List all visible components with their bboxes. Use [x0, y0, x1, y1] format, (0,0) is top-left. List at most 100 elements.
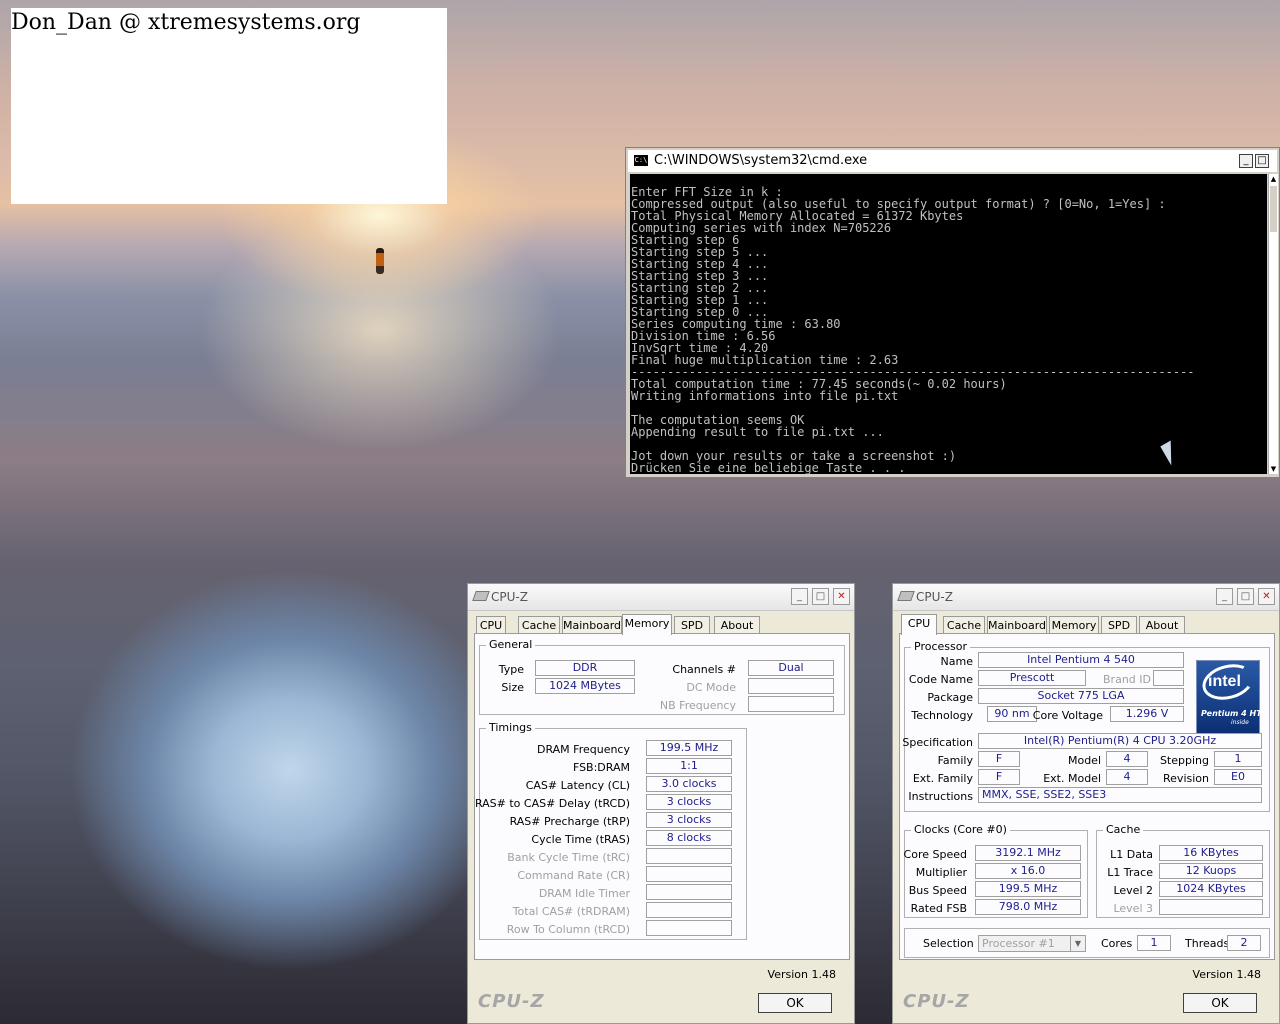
- instructions-value: MMX, SSE, SSE2, SSE3: [978, 787, 1262, 803]
- tab-mainboard[interactable]: Mainboard: [987, 616, 1047, 634]
- core-voltage-value: 1.296 V: [1110, 706, 1184, 722]
- ext-family-label: Ext. Family: [912, 772, 973, 785]
- cpuz-brand-logo: CPU-Z: [903, 991, 970, 1012]
- tab-cache[interactable]: Cache: [943, 616, 985, 634]
- processor-select-value: Processor #1: [982, 937, 1055, 950]
- maximize-button[interactable]: □: [1237, 588, 1254, 605]
- cpuz-brand-logo: CPU-Z: [478, 991, 545, 1012]
- l1-data-value: 16 KBytes: [1159, 845, 1263, 861]
- specification-label: Specification: [902, 736, 973, 749]
- core-speed-value: 3192.1 MHz: [975, 845, 1081, 861]
- tab-cache[interactable]: Cache: [518, 616, 560, 634]
- minimize-button[interactable]: _: [1216, 588, 1233, 605]
- close-button[interactable]: ✕: [1258, 588, 1275, 605]
- cmd-window[interactable]: C:\ C:\WINDOWS\system32\cmd.exe _ □ Ente…: [625, 147, 1280, 478]
- tab-cpu[interactable]: CPU: [901, 614, 937, 635]
- l1-trace-value: 12 Kuops: [1159, 863, 1263, 879]
- cpuz-window-title: CPU-Z: [916, 590, 953, 604]
- name-label: Name: [940, 655, 973, 668]
- specification-value: Intel(R) Pentium(R) 4 CPU 3.20GHz: [978, 733, 1262, 749]
- cpuz-memory-titlebar[interactable]: CPU-Z _ □ ✕: [468, 584, 854, 611]
- timing-label: DRAM Frequency: [536, 743, 630, 756]
- timing-value: 8 clocks: [646, 830, 732, 846]
- tab-about[interactable]: About: [1139, 616, 1185, 634]
- level2-label: Level 2: [1113, 884, 1153, 897]
- tab-about[interactable]: About: [714, 616, 760, 634]
- maximize-button[interactable]: □: [812, 588, 829, 605]
- ok-button[interactable]: OK: [1183, 993, 1257, 1013]
- minimize-button[interactable]: _: [791, 588, 808, 605]
- close-button[interactable]: ✕: [833, 588, 850, 605]
- stepping-value: 1: [1214, 751, 1262, 767]
- cpuz-app-icon: [897, 591, 915, 601]
- revision-label: Revision: [1163, 772, 1209, 785]
- scroll-thumb[interactable]: [1270, 186, 1277, 232]
- level3-value: [1159, 899, 1263, 915]
- general-group-title: General: [486, 638, 536, 651]
- cores-label: Cores: [1101, 937, 1133, 950]
- tab-spd[interactable]: SPD: [1101, 616, 1137, 634]
- dc-mode-label: DC Mode: [686, 681, 736, 694]
- tab-memory[interactable]: Memory: [1049, 616, 1099, 634]
- timing-label: FSB:DRAM: [572, 761, 630, 774]
- ok-button[interactable]: OK: [758, 993, 832, 1013]
- size-label: Size: [501, 681, 524, 694]
- bus-speed-value: 199.5 MHz: [975, 881, 1081, 897]
- chevron-down-icon[interactable]: ▼: [1070, 936, 1085, 951]
- scroll-down-icon[interactable]: ▼: [1269, 464, 1278, 474]
- ext-model-value: 4: [1106, 769, 1148, 785]
- cpuz-cpu-titlebar[interactable]: CPU-Z _ □ ✕: [893, 584, 1279, 611]
- maximize-button[interactable]: □: [1255, 154, 1269, 168]
- memory-size-value: 1024 MBytes: [535, 678, 635, 694]
- cpu-panel: Processor Name Intel Pentium 4 540 Code …: [899, 633, 1275, 960]
- tab-spd[interactable]: SPD: [674, 616, 710, 634]
- console-scrollbar[interactable]: ▲ ▼: [1268, 174, 1278, 474]
- console-line: Drücken Sie eine beliebige Taste . . . _: [631, 461, 920, 474]
- multiplier-value: x 16.0: [975, 863, 1081, 879]
- instructions-label: Instructions: [908, 790, 973, 803]
- console-line: Writing informations into file pi.txt: [631, 389, 899, 403]
- cpuz-cpu-window[interactable]: CPU-Z _ □ ✕ CPU Cache Mainboard Memory S…: [892, 583, 1280, 1024]
- watermark-text: Don_Dan @ xtremesystems.org: [11, 10, 361, 35]
- nb-frequency-label: NB Frequency: [659, 699, 736, 712]
- timing-value: [646, 866, 732, 882]
- processor-select[interactable]: Processor #1 ▼: [978, 935, 1086, 952]
- intel-inside-text: inside: [1231, 719, 1249, 726]
- selection-row: Selection Processor #1 ▼ Cores 1 Threads…: [904, 928, 1270, 958]
- nb-frequency-value: [748, 696, 834, 712]
- core-voltage-label: Core Voltage: [1032, 709, 1103, 722]
- cache-group: Cache L1 Data 16 KBytes L1 Trace 12 Kuop…: [1096, 823, 1270, 918]
- timing-label: DRAM Idle Timer: [538, 887, 630, 900]
- console-output[interactable]: Enter FFT Size in k : Compressed output (…: [630, 174, 1267, 474]
- threads-value: 2: [1227, 935, 1261, 951]
- cmd-window-title: C:\WINDOWS\system32\cmd.exe: [654, 153, 868, 168]
- bus-speed-label: Bus Speed: [908, 884, 967, 897]
- dc-mode-value: [748, 678, 834, 694]
- general-group: General Type DDR Size 1024 MBytes Channe…: [479, 638, 845, 715]
- timing-label: Total CAS# (tRDRAM): [512, 905, 630, 918]
- tab-cpu[interactable]: CPU: [476, 616, 506, 634]
- ext-family-value: F: [978, 769, 1020, 785]
- minimize-icon: _: [797, 591, 802, 602]
- cpuz-window-title: CPU-Z: [491, 590, 528, 604]
- timing-label: Bank Cycle Time (tRC): [507, 851, 630, 864]
- clocks-group-title: Clocks (Core #0): [911, 823, 1010, 836]
- memory-panel: General Type DDR Size 1024 MBytes Channe…: [474, 633, 850, 960]
- cpuz-memory-window[interactable]: CPU-Z _ □ ✕ CPU Cache Mainboard Memory S…: [467, 583, 855, 1024]
- timings-group-title: Timings: [486, 721, 535, 734]
- revision-value: E0: [1214, 769, 1262, 785]
- timing-label: Command Rate (CR): [517, 869, 630, 882]
- tab-memory[interactable]: Memory: [622, 614, 672, 635]
- minimize-button[interactable]: _: [1239, 154, 1253, 168]
- tab-mainboard[interactable]: Mainboard: [562, 616, 622, 634]
- model-value: 4: [1106, 751, 1148, 767]
- timing-label: CAS# Latency (CL): [525, 779, 630, 792]
- scroll-up-icon[interactable]: ▲: [1269, 174, 1278, 184]
- processor-group-title: Processor: [911, 640, 970, 653]
- ext-model-label: Ext. Model: [1043, 772, 1101, 785]
- l1-trace-label: L1 Trace: [1107, 866, 1153, 879]
- version-label: Version 1.48: [1192, 968, 1261, 981]
- timing-value: 3 clocks: [646, 794, 732, 810]
- cmd-titlebar[interactable]: C:\ C:\WINDOWS\system32\cmd.exe _ □: [628, 150, 1277, 172]
- clocks-group: Clocks (Core #0) Core Speed 3192.1 MHz M…: [904, 823, 1088, 918]
